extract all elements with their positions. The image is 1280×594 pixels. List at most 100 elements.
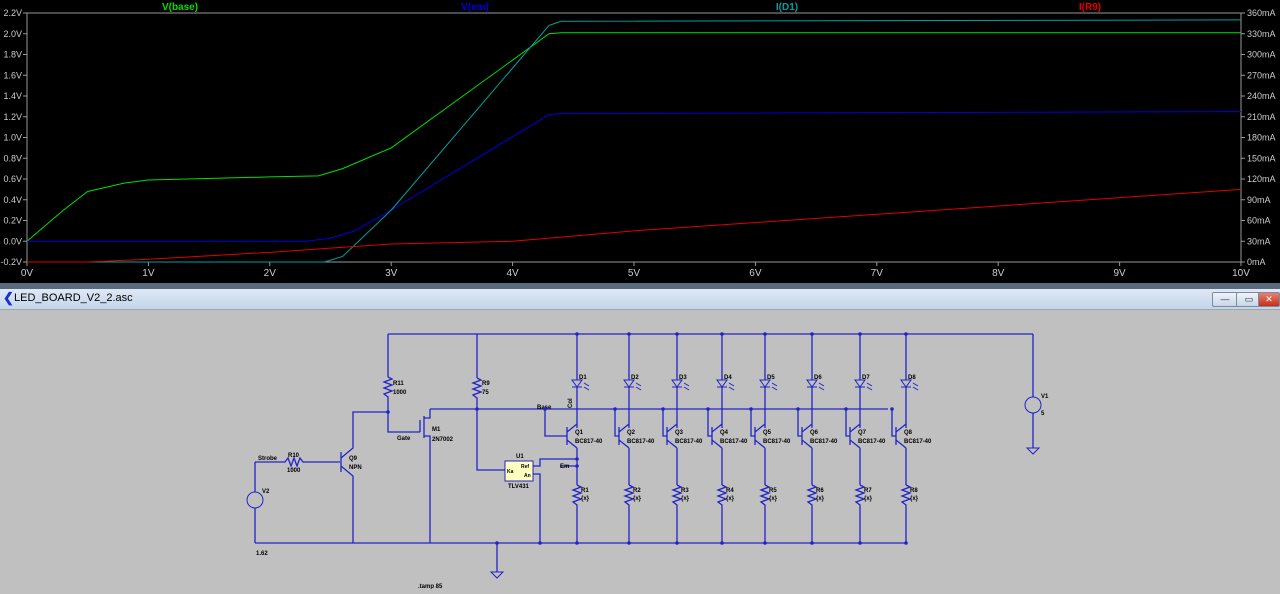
trace-vem [27,111,1242,242]
resistor-label: R1 [581,488,589,494]
led-d8-icon [900,379,912,388]
transistor-value: BC817-40 [810,439,838,445]
waveform-plot[interactable]: 0V 1V 2V 3V 4V 5V 6V 7V 8V 9V 10V -0.2V 0.0V 0.2V 0.4V… [0,0,1280,283]
net-label-em: Em [560,464,569,470]
resistor-r3 [671,484,683,509]
trace-vbase [26,32,1241,242]
transistor-value: BC817-40 [575,439,603,445]
led-label: D7 [862,375,870,381]
y-right-tick-label: 0mA [1247,257,1266,267]
resistor-value: {x} [681,496,690,502]
r9-value: 75 [482,390,489,396]
x-tick-label: 9V [1113,268,1126,279]
ground-icon [489,571,505,579]
y-right-tick-label: 210mA [1247,112,1276,122]
y-left-tick-label: 2.0V [3,29,22,39]
y-right-tick-label: 30mA [1247,236,1271,246]
resistor-r10 [280,456,340,468]
y-left-tick-label: 1.2V [3,112,22,122]
u1-pin-ref: Ref [521,464,529,470]
wire [340,465,354,543]
schematic-drawing[interactable]: V2 1.62 Strobe R10 1000 Q9 NPN R11 1000 Gate M1 2N7… [0,310,1280,590]
junction-dot [706,407,710,411]
r10-value: 1000 [287,468,301,474]
y-left-tick-label: 0.6V [3,174,22,184]
resistor-value: {x} [581,496,590,502]
transistor-value: BC817-40 [675,439,703,445]
u1-label: U1 [516,454,524,460]
ltspice-icon: ❮ [3,290,14,305]
resistor-label: R3 [681,488,689,494]
wire [476,402,505,471]
led-label: D8 [908,375,916,381]
y-left-tick-label: 1.8V [3,50,22,60]
wire [387,401,420,433]
resistor-r6 [806,484,818,509]
junction-dot [495,541,499,545]
junction-dot [475,407,479,411]
resistor-value: {x} [633,496,642,502]
waveform-chart[interactable]: 0V 1V 2V 3V 4V 5V 6V 7V 8V 9V 10V -0.2V 0.0V 0.2V 0.4V… [0,0,1280,283]
junction-dot [543,407,547,411]
resistor-r1 [571,484,583,509]
led-label: D6 [814,375,822,381]
led-light-icon [866,382,873,391]
plot-frame [26,12,1242,263]
junction-dot [844,407,848,411]
junction-dot [796,407,800,411]
junction-dot [749,407,753,411]
junction-dot [575,457,579,461]
resistor-value: {x} [816,496,825,502]
junction-dot [661,407,665,411]
resistor-label: R2 [633,488,641,494]
x-tick-label: 3V [385,268,398,279]
close-button[interactable]: ✕ [1258,292,1280,307]
led-label: D4 [724,375,732,381]
x-tick-label: 5V [628,268,641,279]
x-tick-label: 4V [506,268,519,279]
junction-dot [858,541,862,545]
y-left-tick-label: 0.2V [3,216,22,226]
junction-dot [627,541,631,545]
led-label: D5 [767,375,775,381]
junction-dot [720,541,724,545]
y-left-tick-label: 0.0V [3,236,22,246]
junction-dot [675,541,679,545]
led-d5-icon [759,379,771,388]
x-tick-label: 1V [142,268,155,279]
y-right-tick-label: 240mA [1247,91,1276,101]
minimize-button[interactable]: — [1212,292,1238,307]
net-label-col: Col [568,398,574,408]
legend-label: V(em) [461,2,489,13]
transistor-label: Q8 [904,430,913,436]
transistor-value: BC817-40 [627,439,655,445]
y-left-tick-label: 0.8V [3,153,22,163]
y-right-tick-label: 300mA [1247,50,1276,60]
resistor-r7 [854,484,866,509]
legend-label: I(D1) [776,2,798,13]
schematic-title-bar[interactable]: ❮ LED_BOARD_V2_2.asc — ▭ ✕ [0,289,1280,310]
y-left-tick-label: 1.6V [3,70,22,80]
schematic-canvas[interactable]: V2 1.62 Strobe R10 1000 Q9 NPN R11 1000 Gate M1 2N7… [0,310,1280,590]
resistor-value: {x} [769,496,778,502]
v1-label: V1 [1041,394,1049,400]
r11-label: R11 [393,381,404,387]
x-tick-label: 0V [21,268,34,279]
resistor-r9 [471,377,483,402]
transistor-label: Q3 [675,430,684,436]
transistor-value: BC817-40 [763,439,791,445]
led-d6-icon [806,379,818,388]
resistor-label: R7 [864,488,872,494]
junction-dot [575,541,579,545]
y-right-tick-label: 150mA [1247,153,1276,163]
resistor-label: R8 [910,488,918,494]
led-label: D1 [579,375,587,381]
wire [424,409,431,419]
led-d7-icon [854,379,866,388]
junction-dot [810,541,814,545]
transistor-label: Q1 [575,430,584,436]
legend-label: I(R9) [1079,2,1101,13]
x-tick-label: 2V [264,268,277,279]
led-d2-icon [623,379,635,388]
wire [533,473,541,543]
